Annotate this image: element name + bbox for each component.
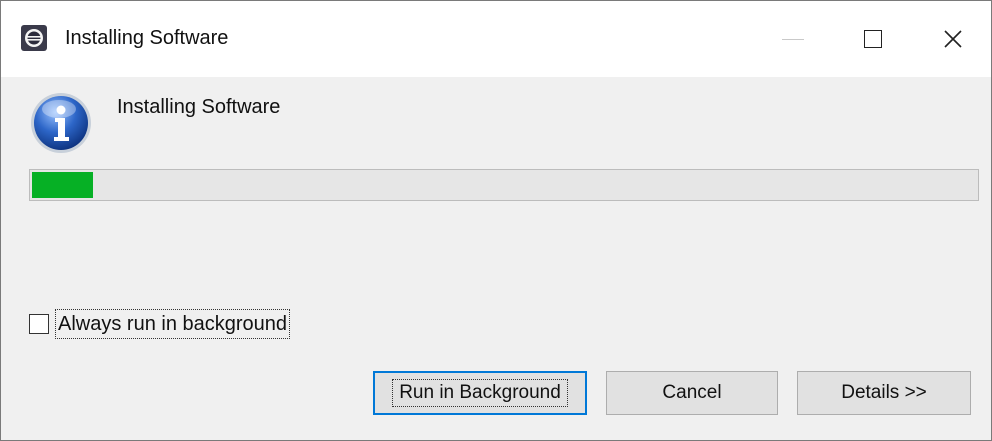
title-bar[interactable]: Installing Software: [1, 1, 991, 77]
cancel-label: Cancel: [662, 382, 722, 403]
progress-bar: [29, 169, 979, 201]
window-title: Installing Software: [65, 27, 229, 49]
progress-fill: [32, 172, 94, 198]
close-button[interactable]: [913, 1, 992, 77]
run-in-background-button[interactable]: Run in Background: [373, 371, 587, 415]
dialog-window: Installing Software Installing Software: [0, 0, 992, 441]
minimize-button[interactable]: [753, 1, 833, 77]
details-button[interactable]: Details >>: [797, 371, 971, 415]
minimize-icon: [782, 38, 804, 40]
always-run-in-background-label[interactable]: Always run in background: [55, 309, 291, 339]
run-in-background-label: Run in Background: [392, 379, 568, 407]
always-run-in-background-checkbox[interactable]: [29, 314, 49, 334]
cancel-button[interactable]: Cancel: [606, 371, 778, 415]
maximize-icon: [864, 30, 882, 48]
details-label: Details >>: [841, 382, 927, 403]
maximize-button[interactable]: [833, 1, 913, 77]
eclipse-icon: [21, 25, 47, 51]
info-icon: [31, 93, 91, 153]
close-icon: [944, 30, 962, 48]
status-message: Installing Software: [117, 96, 281, 118]
always-run-in-background-option[interactable]: Always run in background: [29, 307, 291, 341]
